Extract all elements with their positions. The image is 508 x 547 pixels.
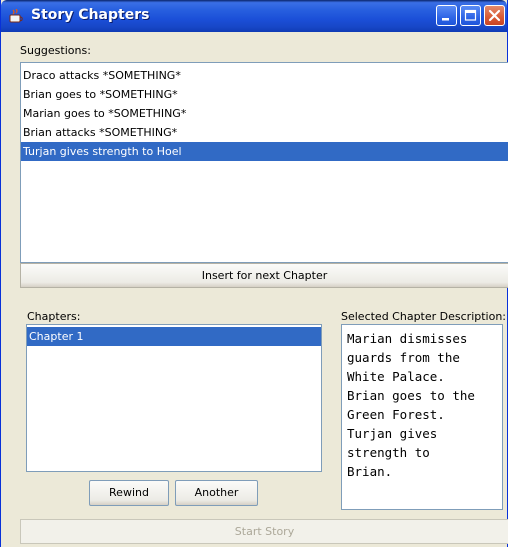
description-line: Green Forest. xyxy=(347,407,445,422)
description-line: strength to xyxy=(347,445,430,460)
description-label: Selected Chapter Description: xyxy=(341,310,507,323)
chapters-label: Chapters: xyxy=(27,310,81,323)
suggestions-label: Suggestions: xyxy=(20,44,91,57)
suggestion-item-selected[interactable]: Turjan gives strength to Hoel xyxy=(21,142,508,161)
minimize-icon xyxy=(442,18,449,21)
story-chapters-window: Story Chapters Suggestions: Draco attack… xyxy=(0,0,508,547)
description-line: Brian goes to the xyxy=(347,388,475,403)
maximize-button[interactable] xyxy=(460,5,481,26)
start-story-button[interactable]: Start Story xyxy=(20,519,508,544)
description-line: Marian dismisses xyxy=(347,331,468,346)
description-line: White Palace. xyxy=(347,369,445,384)
chapter-item-selected[interactable]: Chapter 1 xyxy=(27,327,321,346)
java-cup-icon xyxy=(9,8,24,23)
maximize-icon xyxy=(464,9,477,21)
chapters-list[interactable]: Chapter 1 xyxy=(26,324,322,472)
window-title: Story Chapters xyxy=(31,7,150,23)
insert-next-chapter-button[interactable]: Insert for next Chapter xyxy=(20,263,508,288)
rewind-button[interactable]: Rewind xyxy=(89,480,169,506)
title-bar[interactable]: Story Chapters xyxy=(1,0,507,32)
minimize-button[interactable] xyxy=(436,5,457,26)
description-line: guards from the xyxy=(347,350,460,365)
suggestions-list[interactable]: Draco attacks *SOMETHING* Brian goes to … xyxy=(20,62,508,263)
close-button[interactable] xyxy=(484,5,505,26)
suggestion-item[interactable]: Draco attacks *SOMETHING* xyxy=(21,66,508,85)
suggestion-item[interactable]: Brian attacks *SOMETHING* xyxy=(21,123,508,142)
another-button[interactable]: Another xyxy=(175,480,258,506)
description-line: Turjan gives xyxy=(347,426,438,441)
close-icon xyxy=(488,9,501,22)
suggestion-item[interactable]: Marian goes to *SOMETHING* xyxy=(21,104,508,123)
chapter-description-text[interactable]: Marian dismisses guards from the White Pal… xyxy=(341,324,503,510)
suggestion-item[interactable]: Brian goes to *SOMETHING* xyxy=(21,85,508,104)
description-line: Brian. xyxy=(347,464,393,479)
